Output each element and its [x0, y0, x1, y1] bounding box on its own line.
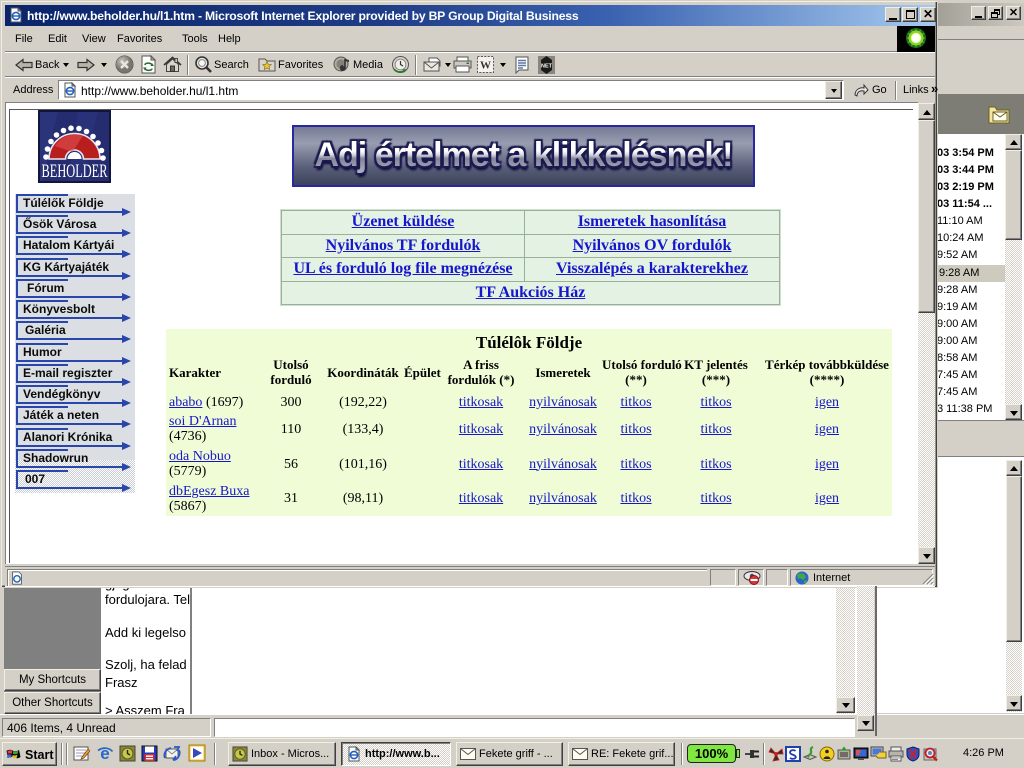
- svg-text:e: e: [100, 744, 109, 762]
- svg-text:BEHOLDER: BEHOLDER: [42, 161, 108, 182]
- svg-text:NET: NET: [541, 64, 553, 70]
- svg-text:W: W: [480, 60, 491, 72]
